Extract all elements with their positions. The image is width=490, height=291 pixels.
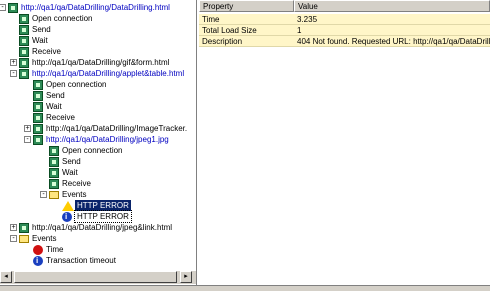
tree-node[interactable]: - http://qa1/qa/DataDrilling/DataDrilling…	[0, 2, 196, 13]
folder-icon	[49, 191, 59, 199]
scroll-thumb[interactable]	[14, 271, 177, 283]
tree-node-label[interactable]: http://qa1/qa/DataDrilling/DataDrilling.…	[21, 2, 170, 13]
tree-node[interactable]: Send	[0, 156, 196, 167]
network-node-icon	[8, 3, 18, 13]
warning-icon	[62, 201, 74, 211]
tree-node-label[interactable]: Send	[62, 156, 81, 167]
network-node-icon	[33, 124, 43, 134]
status-bar	[0, 285, 490, 291]
tree-node[interactable]: Open connection	[0, 13, 196, 24]
network-node-icon	[33, 91, 43, 101]
tree-node-label[interactable]: Wait	[46, 101, 62, 112]
tree-node-label[interactable]: http://qa1/qa/DataDrilling/jpeg1.jpg	[46, 134, 169, 145]
tree-node-label[interactable]: Receive	[46, 112, 75, 123]
network-node-icon	[33, 135, 43, 145]
tree-node[interactable]: + http://qa1/qa/DataDrilling/jpeg&link.ht…	[0, 222, 196, 233]
collapse-icon[interactable]: -	[10, 70, 17, 77]
tree-node-label[interactable]: Receive	[32, 46, 61, 57]
network-node-icon	[49, 157, 59, 167]
tree-node-label[interactable]: Open connection	[46, 79, 107, 90]
property-grid: Property Value Time 3.235 Total Load Siz…	[199, 0, 490, 285]
tree-view[interactable]: - http://qa1/qa/DataDrilling/DataDrilling…	[0, 0, 197, 285]
network-node-icon	[33, 102, 43, 112]
tree-node[interactable]: HTTP ERROR	[0, 210, 196, 223]
tree-node[interactable]: Receive	[0, 112, 196, 123]
tree-node-label[interactable]: Events	[62, 189, 86, 200]
tree-node[interactable]: Wait	[0, 167, 196, 178]
network-node-icon	[33, 113, 43, 123]
expand-icon[interactable]: +	[10, 224, 17, 231]
property-name-time: Time	[199, 14, 294, 25]
expand-icon[interactable]: +	[10, 59, 17, 66]
tree-node-label[interactable]: HTTP ERROR	[74, 210, 132, 223]
folder-icon	[19, 235, 29, 243]
tree-node[interactable]: HTTP ERROR	[0, 200, 196, 211]
info-icon	[62, 211, 72, 222]
collapse-icon[interactable]: -	[0, 4, 6, 11]
collapse-icon[interactable]: -	[24, 136, 31, 143]
tree-node-label[interactable]: http://qa1/qa/DataDrilling/gif&form.html	[32, 57, 169, 68]
network-node-icon	[49, 146, 59, 156]
network-node-icon	[19, 36, 29, 46]
scroll-left-button[interactable]: ◂	[0, 271, 12, 283]
tree-node[interactable]: - http://qa1/qa/DataDrilling/applet&table…	[0, 68, 196, 79]
info-icon	[33, 255, 43, 266]
collapse-icon[interactable]: -	[10, 235, 17, 242]
tree-node[interactable]: - Events	[0, 233, 196, 244]
network-node-icon	[19, 58, 29, 68]
tree-node-label[interactable]: Send	[46, 90, 65, 101]
tree-node[interactable]: Time	[0, 244, 196, 255]
tree-node-label[interactable]: Wait	[62, 167, 78, 178]
network-node-icon	[49, 168, 59, 178]
network-node-icon	[19, 69, 29, 79]
network-node-icon	[19, 25, 29, 35]
property-name-total-load-size: Total Load Size	[199, 25, 294, 36]
tree-node-label[interactable]: http://qa1/qa/DataDrilling/applet&table.…	[32, 68, 184, 79]
property-value-time: 3.235	[294, 14, 490, 25]
tree-node[interactable]: Receive	[0, 178, 196, 189]
tree-node[interactable]: Wait	[0, 101, 196, 112]
network-node-icon	[49, 179, 59, 189]
property-name-description: Description	[199, 36, 294, 47]
tree-node-label[interactable]: Time	[46, 244, 63, 255]
scroll-right-button[interactable]: ▸	[180, 271, 192, 283]
tree-node-label[interactable]: Events	[32, 233, 56, 244]
tree-node[interactable]: Receive	[0, 46, 196, 57]
tree-node[interactable]: - Events	[0, 189, 196, 200]
horizontal-scrollbar[interactable]: ◂ ▸	[0, 270, 196, 284]
tree-rows: - http://qa1/qa/DataDrilling/DataDrilling…	[0, 0, 196, 270]
tree-node-label[interactable]: Wait	[32, 35, 48, 46]
tree-node[interactable]: + http://qa1/qa/DataDrilling/gif&form.htm…	[0, 57, 196, 68]
network-node-icon	[19, 14, 29, 24]
expand-icon[interactable]: +	[24, 125, 31, 132]
property-value-total-load-size: 1	[294, 25, 490, 36]
tree-node[interactable]: Wait	[0, 35, 196, 46]
tree-node-label[interactable]: Open connection	[62, 145, 123, 156]
tree-node-label[interactable]: Transaction timeout	[46, 255, 116, 266]
network-node-icon	[33, 80, 43, 90]
error-icon	[33, 245, 43, 255]
network-node-icon	[19, 47, 29, 57]
tree-node[interactable]: Send	[0, 90, 196, 101]
property-value-description: 404 Not found. Requested URL: http://qa1…	[294, 36, 490, 47]
collapse-icon[interactable]: -	[40, 191, 47, 198]
tree-node-label[interactable]: Receive	[62, 178, 91, 189]
tree-node[interactable]: Open connection	[0, 79, 196, 90]
tree-node-label[interactable]: http://qa1/qa/DataDrilling/ImageTracker.	[46, 123, 187, 134]
value-column-header[interactable]: Value	[294, 0, 490, 12]
tree-node[interactable]: - http://qa1/qa/DataDrilling/jpeg1.jpg	[0, 134, 196, 145]
tree-node[interactable]: Open connection	[0, 145, 196, 156]
network-node-icon	[19, 223, 29, 233]
tree-node-label[interactable]: HTTP ERROR	[75, 200, 131, 211]
tree-node[interactable]: + http://qa1/qa/DataDrilling/ImageTracker…	[0, 123, 196, 134]
tree-node-label[interactable]: http://qa1/qa/DataDrilling/jpeg&link.htm…	[32, 222, 172, 233]
tree-node-label[interactable]: Send	[32, 24, 51, 35]
tree-node[interactable]: Send	[0, 24, 196, 35]
tree-node-label[interactable]: Open connection	[32, 13, 93, 24]
tree-node[interactable]: Transaction timeout	[0, 255, 196, 266]
property-column-header[interactable]: Property	[199, 0, 294, 12]
